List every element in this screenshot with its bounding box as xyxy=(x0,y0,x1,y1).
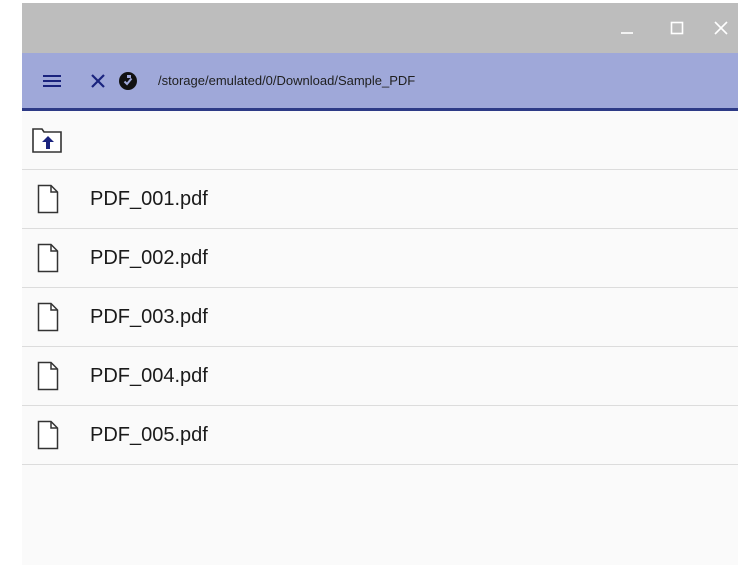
title-bar xyxy=(22,3,738,53)
file-name: PDF_002.pdf xyxy=(90,247,208,269)
folder-up-icon xyxy=(31,125,65,160)
storage-button[interactable] xyxy=(116,69,140,93)
list-item[interactable]: PDF_004.pdf xyxy=(22,347,738,406)
close-button[interactable] xyxy=(86,69,110,93)
list-item[interactable]: PDF_005.pdf xyxy=(22,406,738,465)
list-item[interactable]: PDF_001.pdf xyxy=(22,170,738,229)
parent-folder-row[interactable] xyxy=(22,111,738,170)
menu-icon xyxy=(43,75,61,87)
file-icon xyxy=(37,184,59,219)
menu-button[interactable] xyxy=(40,69,64,93)
close-icon xyxy=(91,74,105,88)
list-item[interactable]: PDF_003.pdf xyxy=(22,288,738,347)
file-icon xyxy=(37,420,59,455)
minimize-icon xyxy=(621,32,633,34)
file-icon xyxy=(37,361,59,396)
file-name: PDF_004.pdf xyxy=(90,365,208,387)
window-close-button[interactable] xyxy=(708,15,734,41)
maximize-button[interactable] xyxy=(664,15,690,41)
list-item[interactable]: PDF_002.pdf xyxy=(22,229,738,288)
file-name: PDF_005.pdf xyxy=(90,424,208,446)
window-close-icon xyxy=(714,21,728,35)
file-icon xyxy=(37,243,59,278)
file-list: PDF_001.pdf PDF_002.pdf PDF_003.pdf PDF_… xyxy=(22,111,738,465)
file-picker-window: /storage/emulated/0/Download/Sample_PDF … xyxy=(22,3,738,565)
storage-icon xyxy=(119,72,137,90)
file-name: PDF_003.pdf xyxy=(90,306,208,328)
current-path: /storage/emulated/0/Download/Sample_PDF xyxy=(158,73,416,88)
minimize-button[interactable] xyxy=(614,15,640,41)
file-name: PDF_001.pdf xyxy=(90,188,208,210)
file-icon xyxy=(37,302,59,337)
maximize-icon xyxy=(670,21,684,35)
toolbar: /storage/emulated/0/Download/Sample_PDF xyxy=(22,53,738,111)
